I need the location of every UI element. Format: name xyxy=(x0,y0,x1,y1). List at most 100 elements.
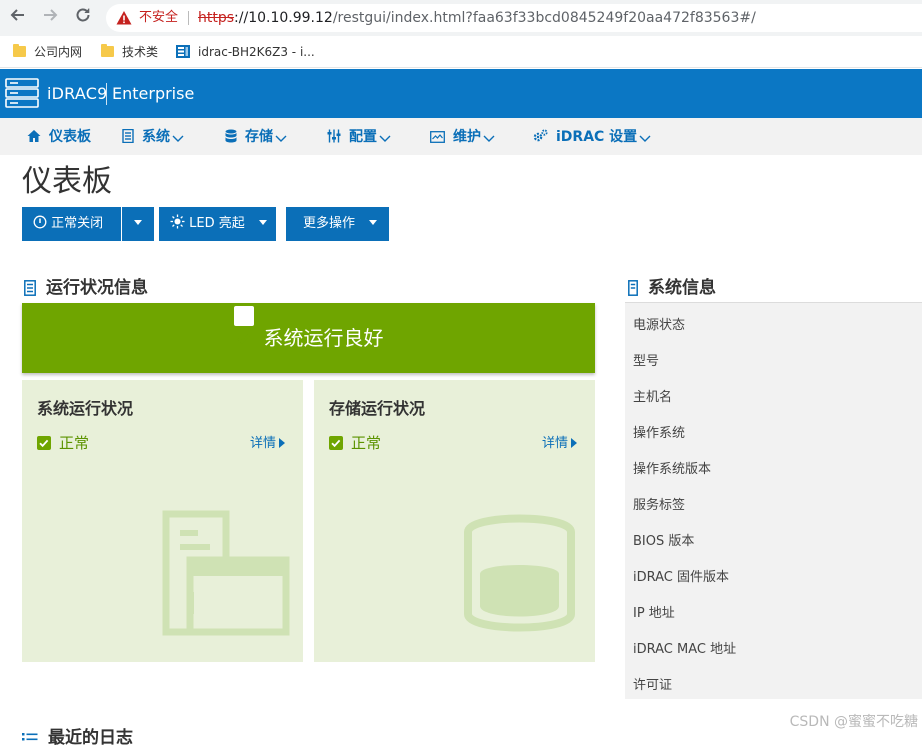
caret-down-icon xyxy=(258,220,267,225)
menu-label: 存储 xyxy=(245,129,273,145)
more-actions-label: 更多操作 xyxy=(303,216,356,231)
status-badge: 正常 xyxy=(329,432,381,453)
server-icon xyxy=(122,128,134,144)
server-logo-icon xyxy=(5,78,39,108)
storage-health-card: 存储运行状况 正常 详情 xyxy=(314,380,595,662)
checkmark-icon xyxy=(37,436,51,450)
details-label: 详情 xyxy=(541,436,568,451)
section-title-text: 运行状况信息 xyxy=(46,278,148,298)
power-options-dropdown[interactable] xyxy=(122,207,154,241)
info-row-idrac-mac: iDRAC MAC 地址 xyxy=(633,642,737,657)
system-health-card: 系统运行状况 正常 详情 xyxy=(22,380,303,662)
info-row-hostname: 主机名 xyxy=(633,390,673,405)
status-text: 正常 xyxy=(59,434,90,452)
info-row-power-state: 电源状态 xyxy=(633,318,686,333)
url-text[interactable]: https://10.10.99.12/restgui/index.html?f… xyxy=(198,4,756,32)
card-title: 存储运行状况 xyxy=(329,399,426,418)
status-text: 正常 xyxy=(351,434,382,452)
security-label: 不安全 xyxy=(139,10,179,25)
menu-item-configuration[interactable]: 配置 xyxy=(327,127,399,147)
chevron-down-icon xyxy=(275,135,287,142)
recent-logs-title: 最近的日志 xyxy=(22,723,133,748)
arrow-right-icon xyxy=(279,438,285,448)
info-row-license: 许可证 xyxy=(633,678,673,693)
info-row-bios-version: BIOS 版本 xyxy=(633,534,695,549)
browser-toolbar: 不安全 https://10.10.99.12/restgui/index.ht… xyxy=(0,0,922,36)
list-icon xyxy=(22,733,38,741)
menu-item-system[interactable]: 系统 xyxy=(122,127,192,147)
info-row-model: 型号 xyxy=(633,354,660,369)
health-banner: 系统运行良好 xyxy=(22,303,595,373)
url-path: /restgui/index.html?faa63f33bcd0845249f2… xyxy=(332,10,756,26)
folder-icon xyxy=(13,44,26,57)
system-info-title: 系统信息 xyxy=(628,273,716,298)
menu-label: iDRAC 设置 xyxy=(556,129,638,145)
warning-icon xyxy=(116,11,132,25)
bookmark-idrac[interactable]: idrac-BH2K6Z3 - i... xyxy=(176,43,315,61)
info-row-idrac-firmware: iDRAC 固件版本 xyxy=(633,570,730,585)
database-watermark-icon xyxy=(464,514,575,632)
power-icon xyxy=(33,215,47,229)
divider xyxy=(106,83,107,105)
details-link[interactable]: 详情 xyxy=(542,432,577,451)
bookmark-company-intranet[interactable]: 公司内网 xyxy=(13,43,82,61)
info-row-os-version: 操作系统版本 xyxy=(633,462,712,477)
info-row-service-tag: 服务标签 xyxy=(633,498,686,513)
section-title-text: 系统信息 xyxy=(648,278,716,298)
health-section-title: 运行状况信息 xyxy=(24,273,148,298)
card-title: 系统运行状况 xyxy=(37,399,134,418)
watermark: CSDN @蜜蜜不吃糖 xyxy=(789,714,918,730)
bookmarks-bar: 公司内网 技术类 idrac-BH2K6Z3 - i... xyxy=(0,36,922,68)
checkmark-icon xyxy=(233,306,254,345)
bookmark-label: 技术类 xyxy=(122,45,159,59)
more-actions-button[interactable]: 更多操作 xyxy=(286,207,389,241)
home-icon xyxy=(27,130,41,142)
led-button[interactable]: LED 亮起 xyxy=(159,207,276,241)
url-host: ://10.10.99.12 xyxy=(234,10,333,26)
reload-icon[interactable] xyxy=(71,6,95,30)
menu-label: 维护 xyxy=(453,129,481,145)
shutdown-label: 正常关闭 xyxy=(51,216,104,231)
bookmark-label: 公司内网 xyxy=(34,45,83,59)
product-edition: Enterprise xyxy=(112,84,195,103)
sun-icon xyxy=(170,214,185,229)
caret-down-icon xyxy=(134,220,142,225)
chevron-down-icon xyxy=(483,135,495,142)
app-header: iDRAC9 Enterprise xyxy=(0,69,922,118)
menu-item-idrac-settings[interactable]: iDRAC 设置 xyxy=(533,127,659,147)
menu-item-dashboard[interactable]: 仪表板 xyxy=(27,127,91,147)
checkmark-icon xyxy=(329,436,343,450)
info-row-os: 操作系统 xyxy=(633,426,686,441)
details-link[interactable]: 详情 xyxy=(250,432,285,451)
product-name: iDRAC9 xyxy=(47,84,108,103)
server-watermark-icon xyxy=(162,510,290,636)
server-icon xyxy=(628,280,638,296)
idrac-favicon-icon xyxy=(176,45,190,58)
details-label: 详情 xyxy=(249,436,276,451)
back-icon[interactable] xyxy=(6,6,30,30)
server-icon xyxy=(24,280,36,296)
info-row-ip-address: IP 地址 xyxy=(633,606,675,621)
gears-icon xyxy=(533,129,548,142)
graceful-shutdown-button[interactable]: 正常关闭 xyxy=(22,207,121,241)
bookmark-label: idrac-BH2K6Z3 - i... xyxy=(198,45,315,59)
chevron-down-icon xyxy=(379,135,391,142)
system-info-panel: 电源状态 型号 主机名 操作系统 操作系统版本 服务标签 BIOS 版本 iDR… xyxy=(625,302,922,699)
health-banner-text: 系统运行良好 xyxy=(263,326,384,350)
main-menu: 仪表板 系统 存储 配置 维护 iDRAC 设置 xyxy=(0,118,922,155)
chevron-down-icon xyxy=(639,135,651,142)
sliders-icon xyxy=(327,129,341,143)
led-label: LED 亮起 xyxy=(189,216,245,231)
address-bar[interactable]: 不安全 https://10.10.99.12/restgui/index.ht… xyxy=(106,4,922,32)
arrow-right-icon xyxy=(571,438,577,448)
monitor-icon xyxy=(430,131,445,143)
bookmark-tech[interactable]: 技术类 xyxy=(101,43,158,61)
menu-item-storage[interactable]: 存储 xyxy=(225,127,295,147)
menu-label: 系统 xyxy=(142,129,170,145)
menu-item-maintenance[interactable]: 维护 xyxy=(430,127,503,147)
page-title: 仪表板 xyxy=(22,164,112,199)
forward-icon[interactable] xyxy=(38,6,62,30)
section-title-text: 最近的日志 xyxy=(48,728,133,748)
caret-down-icon xyxy=(369,220,378,225)
status-badge: 正常 xyxy=(37,432,89,453)
